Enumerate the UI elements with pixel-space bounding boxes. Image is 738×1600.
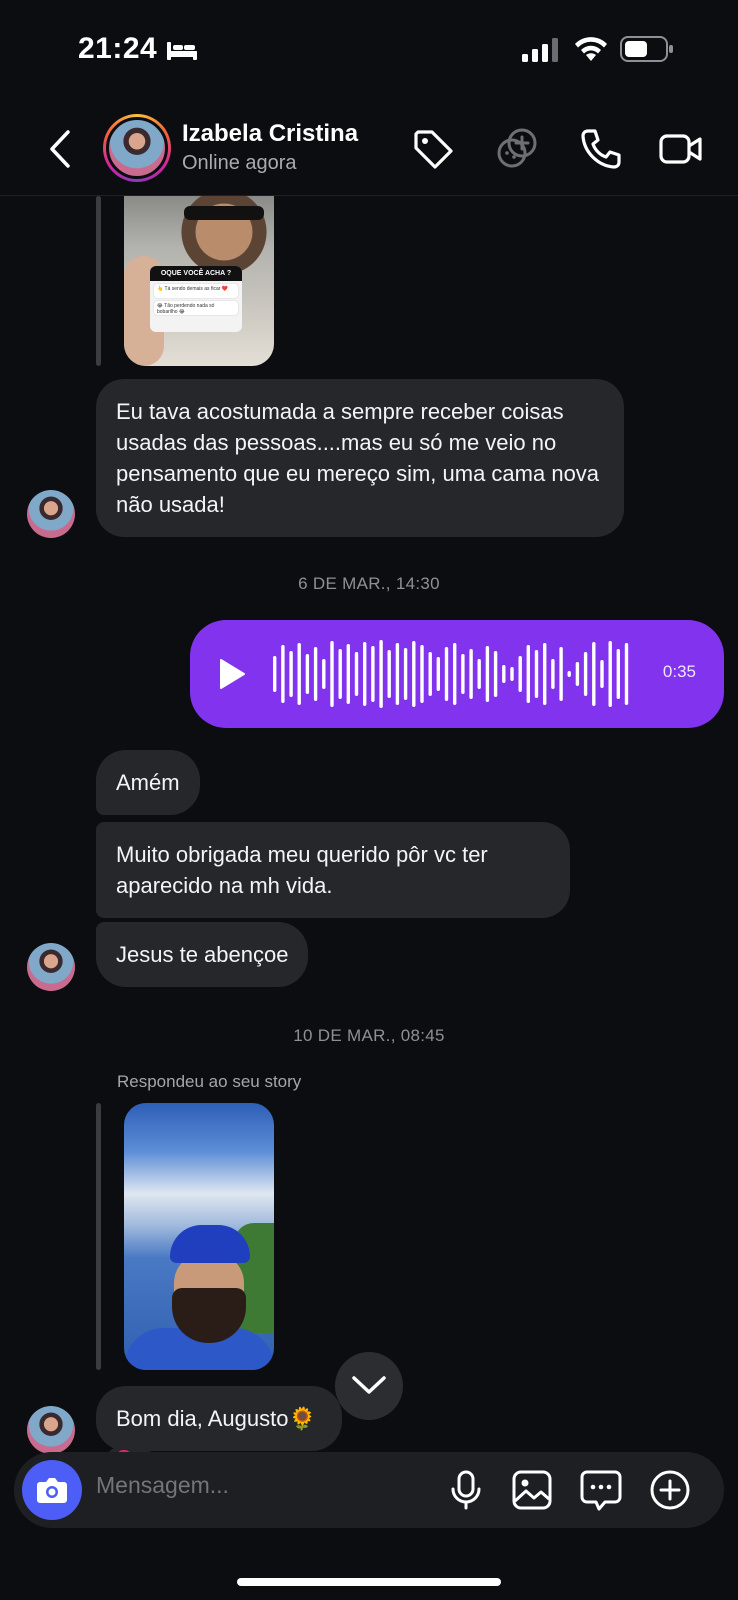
waveform-bar (313, 647, 318, 701)
waveform-bar (363, 642, 367, 706)
waveform-bar (616, 649, 620, 699)
waveform-bar (297, 643, 301, 705)
waveform-bar (518, 656, 522, 692)
waveform-bar (444, 647, 449, 701)
waveform-bar (575, 662, 580, 686)
wifi-icon (575, 37, 607, 61)
waveform-bar (305, 654, 310, 694)
waveform-bar (624, 643, 629, 705)
waveform-bar (608, 641, 612, 707)
date-separator: 6 DE MAR., 14:30 (298, 574, 440, 593)
waveform-bar (436, 657, 440, 691)
signal-icon (522, 38, 558, 62)
waveform-bar (583, 652, 588, 696)
replied-to-story-label: Respondeu ao seu story (117, 1072, 302, 1091)
bed-icon (167, 42, 197, 60)
back-icon[interactable] (44, 126, 78, 172)
waveform-bar (346, 644, 350, 704)
phone-icon[interactable] (578, 126, 624, 172)
waveform-bar (354, 652, 359, 696)
waveform-bar (543, 643, 547, 705)
waveform-bar (281, 645, 285, 703)
waveform-bar (461, 654, 465, 694)
scroll-to-bottom-button[interactable] (335, 1352, 403, 1420)
contact-avatar[interactable] (103, 114, 171, 182)
waveform-bar (371, 646, 375, 702)
incoming-message[interactable]: Eu tava acostumada a sempre receber cois… (96, 379, 624, 537)
status-time: 21:24 (78, 32, 158, 65)
waveform-bar (600, 660, 604, 688)
waveform-bar (592, 642, 596, 706)
home-indicator (237, 1578, 501, 1586)
waveform-bar (559, 647, 563, 701)
chevron-down-icon (352, 1376, 386, 1394)
incoming-message[interactable]: Muito obrigada meu querido pôr vc ter ap… (96, 822, 570, 918)
message-composer (14, 1452, 724, 1528)
waveform-bar (395, 643, 400, 705)
battery-icon (620, 36, 673, 62)
message-input[interactable] (96, 1472, 416, 1499)
waveform-bar (338, 649, 342, 699)
waveform-bar (469, 649, 473, 699)
tag-icon[interactable] (410, 126, 456, 172)
waveform-bar (567, 671, 571, 677)
waveform-bar (420, 645, 424, 703)
status-bar: 21:24 (0, 0, 738, 100)
waveform-bar (322, 659, 326, 689)
chat-header: Izabela Cristina Online agora (0, 100, 738, 196)
story-poll-sticker: OQUE VOCÊ ACHA ? 👆 Tá sendo demais as fi… (150, 266, 242, 332)
waveform-bar (428, 652, 432, 696)
voice-waveform[interactable] (272, 640, 632, 708)
sticker-chat-icon[interactable] (579, 1468, 623, 1512)
voice-message[interactable]: 0:35 (190, 620, 724, 728)
waveform-bar (502, 665, 506, 683)
waveform-bar (330, 641, 334, 707)
sender-avatar[interactable] (27, 1406, 75, 1454)
waveform-bar (379, 640, 383, 708)
voice-duration: 0:35 (662, 662, 696, 681)
play-icon[interactable] (218, 658, 246, 690)
waveform-bar (526, 645, 530, 703)
incoming-message[interactable]: Amém (96, 750, 200, 815)
incoming-message[interactable]: Jesus te abençoe (96, 922, 309, 987)
effects-icon[interactable] (494, 126, 540, 172)
poll-question: OQUE VOCÊ ACHA ? (150, 266, 242, 281)
waveform-bar (273, 656, 277, 692)
video-icon[interactable] (658, 126, 704, 172)
sender-avatar[interactable] (27, 943, 75, 991)
waveform-bar (403, 648, 408, 700)
story-thumbnail[interactable] (124, 1103, 274, 1370)
waveform-bar (453, 643, 457, 705)
poll-option: 👆 Tá sendo demais as ficar ❤️ (154, 284, 238, 298)
camera-button[interactable] (22, 1460, 82, 1520)
camera-icon (37, 1478, 67, 1503)
story-reply-bar (96, 1103, 101, 1370)
microphone-icon[interactable] (444, 1468, 488, 1512)
contact-name[interactable]: Izabela Cristina (182, 120, 358, 148)
plus-circle-icon[interactable] (648, 1468, 692, 1512)
waveform-bar (510, 667, 514, 681)
waveform-bar (387, 650, 391, 698)
waveform-bar (477, 659, 481, 689)
waveform-bar (551, 659, 555, 689)
date-separator: 10 DE MAR., 08:45 (293, 1026, 445, 1045)
poll-option: 😂 Tão perdendo nada só bobarilho 😂 (154, 301, 238, 315)
story-reply-bar (96, 196, 101, 366)
waveform-bar (493, 651, 498, 697)
waveform-bar (534, 650, 539, 698)
waveform-bar (289, 651, 293, 697)
waveform-bar (485, 646, 490, 702)
incoming-message[interactable]: Bom dia, Augusto🌻 (96, 1386, 342, 1451)
sender-avatar[interactable] (27, 490, 75, 538)
contact-status: Online agora (182, 152, 297, 174)
waveform-bar (412, 641, 416, 707)
gallery-icon[interactable] (510, 1468, 554, 1512)
story-thumbnail[interactable]: OQUE VOCÊ ACHA ? 👆 Tá sendo demais as fi… (124, 196, 274, 366)
